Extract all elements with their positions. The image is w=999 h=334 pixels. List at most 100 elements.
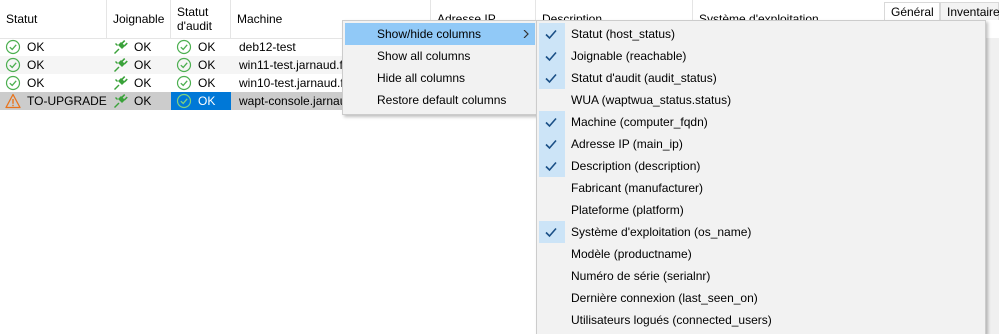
submenu-item-column[interactable]: Adresse IP (main_ip) xyxy=(539,133,983,155)
columns-submenu: Statut (host_status) Joignable (reachable… xyxy=(536,20,986,334)
cell-audit: OK xyxy=(171,56,231,74)
cell-joignable: OK xyxy=(107,92,171,110)
tab-label: Inventaire xyxy=(947,5,999,19)
submenu-item-label: Machine (computer_fqdn) xyxy=(571,115,708,129)
column-header-audit[interactable]: Statut d'audit xyxy=(171,0,231,38)
column-header-label: d'audit xyxy=(177,19,212,33)
menu-item-show-hide-columns[interactable]: Show/hide columns xyxy=(345,23,535,45)
cell-machine: deb12-test xyxy=(231,38,343,56)
warning-icon xyxy=(5,93,21,109)
submenu-item-label: Fabricant (manufacturer) xyxy=(571,181,704,195)
submenu-item-column[interactable]: Dernière connexion (last_seen_on) xyxy=(539,287,983,309)
submenu-item-column[interactable]: WUA (waptwua_status.status) xyxy=(539,89,983,111)
checkmark-icon xyxy=(545,29,557,40)
submenu-item-label: Statut (host_status) xyxy=(571,27,676,41)
checkmark-icon xyxy=(545,117,557,128)
checkmark-icon xyxy=(545,51,557,62)
context-menu: Show/hide columns Show all columns Hide … xyxy=(342,20,538,115)
cell-text: OK xyxy=(198,40,216,54)
submenu-item-column[interactable]: Joignable (reachable) xyxy=(539,45,983,67)
menu-item-hide-all-columns[interactable]: Hide all columns xyxy=(345,67,535,89)
submenu-item-label: Statut d'audit (audit_status) xyxy=(571,71,717,85)
checkmark-icon xyxy=(545,139,557,150)
submenu-item-label: Joignable (reachable) xyxy=(571,49,687,63)
cell-text: OK xyxy=(198,94,216,108)
column-header-label: Machine xyxy=(237,12,283,26)
plug-icon xyxy=(114,94,128,108)
column-header-label: Statut xyxy=(6,12,38,26)
tab-general[interactable]: Général xyxy=(884,2,940,20)
submenu-item-column[interactable]: Statut d'audit (audit_status) xyxy=(539,67,983,89)
cell-joignable: OK xyxy=(107,38,171,56)
check-circle-icon xyxy=(5,39,21,55)
cell-audit: OK xyxy=(171,74,231,92)
check-circle-icon xyxy=(176,39,192,55)
tab-label: Général xyxy=(891,5,934,19)
checkmark-icon xyxy=(545,73,557,84)
submenu-item-label: Système d'exploitation (os_name) xyxy=(571,225,752,239)
tab-inventaire[interactable]: Inventaire xyxy=(940,2,999,20)
cell-text: OK xyxy=(198,76,216,90)
check-circle-icon xyxy=(176,75,192,91)
plug-icon xyxy=(114,76,128,90)
check-circle-icon xyxy=(176,93,192,109)
submenu-item-label: Utilisateurs logués (connected_users) xyxy=(571,313,772,327)
checkmark-icon xyxy=(545,161,557,172)
cell-joignable: OK xyxy=(107,74,171,92)
menu-item-restore-default-columns[interactable]: Restore default columns xyxy=(345,89,535,111)
submenu-item-label: Plateforme (platform) xyxy=(571,203,684,217)
menu-item-show-all-columns[interactable]: Show all columns xyxy=(345,45,535,67)
column-header-statut[interactable]: Statut xyxy=(0,0,107,38)
submenu-item-column[interactable]: Système d'exploitation (os_name) xyxy=(539,221,983,243)
submenu-item-column[interactable]: Modèle (productname) xyxy=(539,243,983,265)
check-circle-icon xyxy=(176,57,192,73)
menu-item-label: Hide all columns xyxy=(377,71,466,85)
checkmark-icon xyxy=(545,227,557,238)
menu-item-label: Restore default columns xyxy=(377,93,507,107)
submenu-item-column[interactable]: Plateforme (platform) xyxy=(539,199,983,221)
submenu-item-label: WUA (waptwua_status.status) xyxy=(571,93,732,107)
submenu-item-column[interactable]: Numéro de série (serialnr) xyxy=(539,265,983,287)
cell-statut: OK xyxy=(0,56,107,74)
column-header-joignable[interactable]: Joignable xyxy=(107,0,171,38)
menu-item-label: Show/hide columns xyxy=(377,27,482,41)
submenu-item-column[interactable]: Statut (host_status) xyxy=(539,23,983,45)
submenu-item-column[interactable]: Description (description) xyxy=(539,155,983,177)
cell-machine: win10-test.jarnaud.f xyxy=(231,74,343,92)
cell-joignable: OK xyxy=(107,56,171,74)
submenu-item-column[interactable]: Fabricant (manufacturer) xyxy=(539,177,983,199)
cell-machine: wapt-console.jarnau xyxy=(231,92,343,110)
cell-text: deb12-test xyxy=(239,40,296,54)
plug-icon xyxy=(114,58,128,72)
submenu-item-label: Dernière connexion (last_seen_on) xyxy=(571,291,758,305)
plug-icon xyxy=(114,40,128,54)
cell-audit: OK xyxy=(171,38,231,56)
submenu-item-label: Adresse IP (main_ip) xyxy=(571,137,683,151)
cell-text: OK xyxy=(198,58,216,72)
check-circle-icon xyxy=(5,75,21,91)
cell-audit: OK xyxy=(171,92,231,110)
submenu-item-column[interactable]: Machine (computer_fqdn) xyxy=(539,111,983,133)
submenu-item-column[interactable]: Utilisateurs logués (connected_users) xyxy=(539,309,983,331)
cell-text: OK xyxy=(134,40,152,54)
cell-statut: OK xyxy=(0,38,107,56)
cell-text: OK xyxy=(27,58,45,72)
cell-text: OK xyxy=(134,76,152,90)
cell-statut: TO-UPGRADE xyxy=(0,92,107,110)
submenu-item-label: Numéro de série (serialnr) xyxy=(571,269,711,283)
column-header-label: Joignable xyxy=(113,12,165,26)
cell-text: OK xyxy=(27,40,45,54)
submenu-item-label: Description (description) xyxy=(571,159,701,173)
cell-text: OK xyxy=(134,94,152,108)
check-circle-icon xyxy=(5,57,21,73)
submenu-item-label: Modèle (productname) xyxy=(571,247,692,261)
column-header-label: Statut xyxy=(177,5,209,19)
vertical-scrollbar[interactable] xyxy=(986,38,999,334)
cell-text: win10-test.jarnaud.f xyxy=(239,76,343,90)
cell-statut: OK xyxy=(0,74,107,92)
cell-text: TO-UPGRADE xyxy=(27,94,107,108)
chevron-right-icon xyxy=(523,30,529,38)
cell-text: OK xyxy=(134,58,152,72)
menu-item-label: Show all columns xyxy=(377,49,471,63)
cell-text: OK xyxy=(27,76,45,90)
